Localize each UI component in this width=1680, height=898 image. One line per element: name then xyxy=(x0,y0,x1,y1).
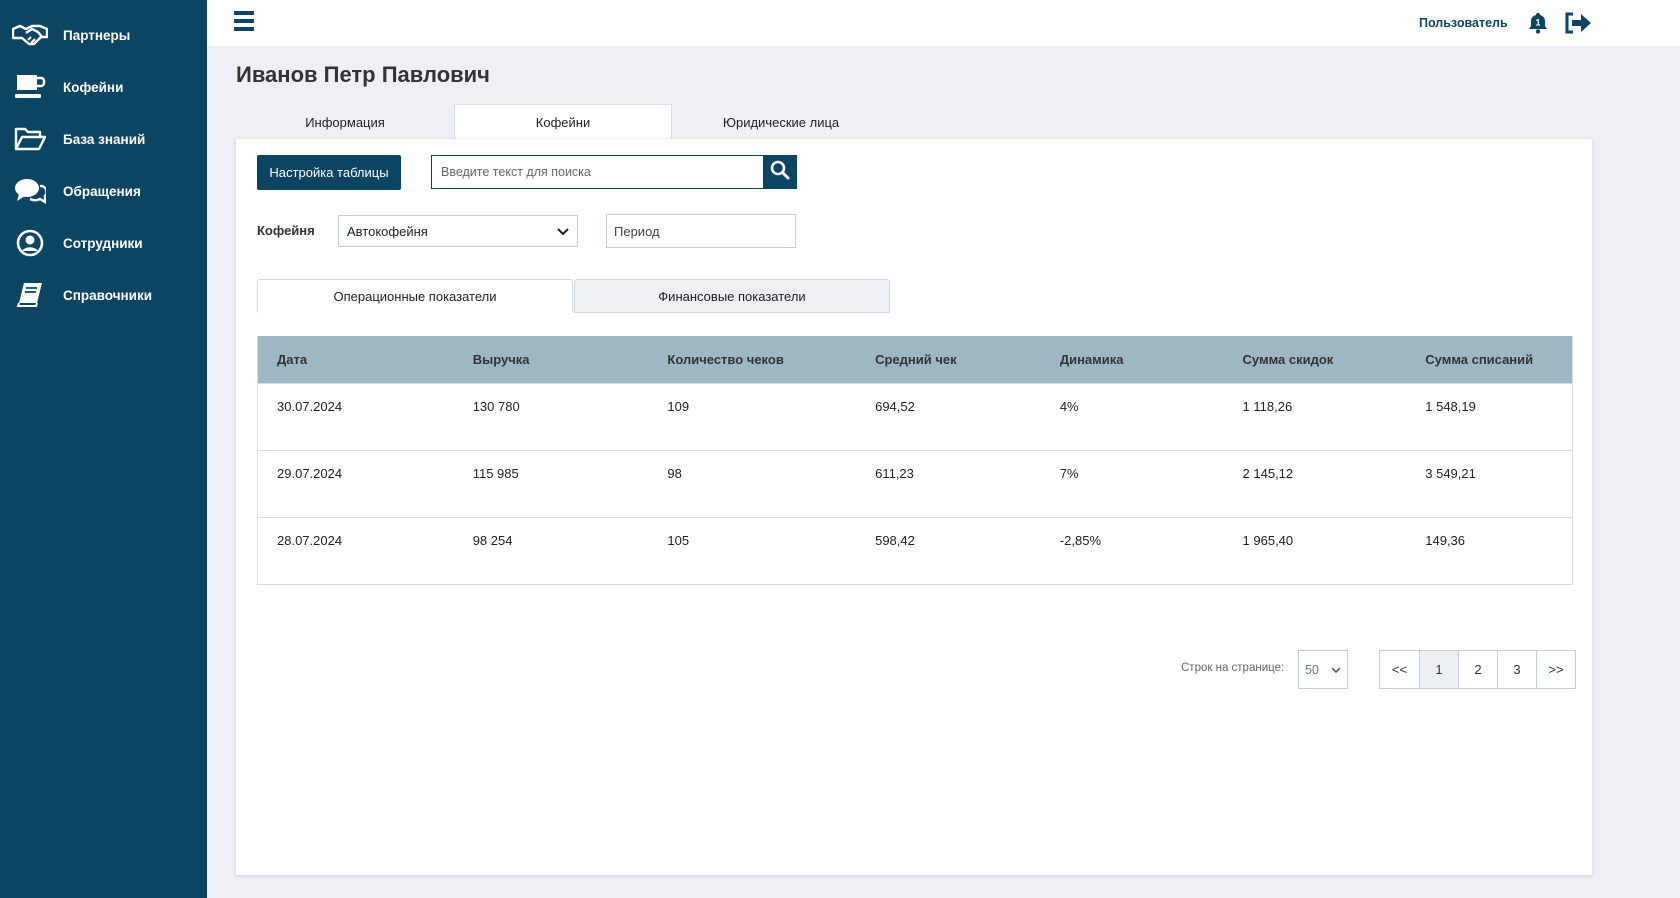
column-header-revenue[interactable]: Выручка xyxy=(454,352,649,367)
rows-per-page-label: Строк на странице: xyxy=(1181,662,1285,674)
main-tabs: Информация Кофейни Юридические лица xyxy=(236,104,890,139)
sidebar-item-employees[interactable]: Сотрудники xyxy=(0,217,207,269)
cell-revenue: 115 985 xyxy=(472,466,519,481)
cell-discounts: 2 145,12 xyxy=(1242,466,1294,481)
sidebar-item-coffee-shops[interactable]: Кофейни xyxy=(0,61,207,113)
sidebar-item-knowledge-base[interactable]: База знаний xyxy=(0,113,207,165)
sidebar-item-partners[interactable]: Партнеры xyxy=(0,9,207,61)
tab-legal-entities[interactable]: Юридические лица xyxy=(672,104,890,139)
cell-checks-count: 105 xyxy=(667,533,690,548)
sidebar-item-label: Обращения xyxy=(63,183,141,199)
page-button-3[interactable]: 3 xyxy=(1497,651,1536,688)
bell-icon[interactable]: 1 xyxy=(1527,12,1549,34)
page-title: Иванов Петр Павлович xyxy=(236,62,490,87)
column-header-date[interactable]: Дата xyxy=(258,352,454,367)
sidebar-item-label: Кофейни xyxy=(63,79,124,95)
hamburger-menu-icon[interactable] xyxy=(234,11,254,33)
cell-average-check: 611,23 xyxy=(875,466,914,481)
book-icon xyxy=(12,280,48,310)
cell-checks-count: 98 xyxy=(667,466,682,481)
user-name-link[interactable]: Пользователь xyxy=(1419,16,1508,30)
page-button-1[interactable]: 1 xyxy=(1419,651,1458,688)
metrics-table: Дата Выручка Количество чеков Средний че… xyxy=(257,336,1573,585)
cell-revenue: 98 254 xyxy=(472,533,513,548)
pagination: << 1 2 3 >> xyxy=(1379,650,1576,689)
rows-per-page-select[interactable]: 50 xyxy=(1298,650,1348,689)
cell-average-check: 598,42 xyxy=(875,533,915,548)
tab-coffee-shops[interactable]: Кофейни xyxy=(454,104,672,139)
tab-operational-metrics[interactable]: Операционные показатели xyxy=(257,279,573,313)
column-header-discounts[interactable]: Сумма скидок xyxy=(1224,352,1407,367)
sidebar-item-label: База знаний xyxy=(63,131,146,147)
cell-revenue: 130 780 xyxy=(472,399,520,414)
page-prev-button[interactable]: << xyxy=(1380,651,1419,688)
cell-discounts: 1 118,26 xyxy=(1242,399,1293,414)
cell-date: 29.07.2024 xyxy=(277,466,343,481)
table-row[interactable]: 30.07.2024 130 780 109 694,52 4% 1 118,2… xyxy=(258,383,1572,450)
cell-checks-count: 109 xyxy=(667,399,690,414)
coffee-shop-select-value: Автокофейня xyxy=(347,223,428,239)
sidebar-item-directories[interactable]: Справочники xyxy=(0,269,207,321)
sidebar-item-label: Сотрудники xyxy=(63,235,143,251)
search-input[interactable] xyxy=(431,155,763,189)
table-header: Дата Выручка Количество чеков Средний че… xyxy=(258,336,1572,383)
sidebar: Партнеры Кофейни База знаний Обращения С… xyxy=(0,0,207,898)
rows-per-page-value: 50 xyxy=(1305,662,1319,677)
cell-dynamics: 7% xyxy=(1059,466,1079,481)
sub-tabs: Операционные показатели Финансовые показ… xyxy=(257,279,890,313)
column-header-dynamics[interactable]: Динамика xyxy=(1041,352,1224,367)
user-circle-icon xyxy=(12,228,48,258)
chevron-down-icon xyxy=(1331,663,1341,677)
cell-average-check: 694,52 xyxy=(875,399,915,414)
cell-write-offs: 3 549,21 xyxy=(1425,466,1476,481)
tab-financial-metrics[interactable]: Финансовые показатели xyxy=(574,279,890,313)
content-card: Настройка таблицы Кофейня Автокофейня Оп… xyxy=(236,139,1592,875)
table-row[interactable]: 29.07.2024 115 985 98 611,23 7% 2 145,12… xyxy=(258,450,1572,517)
sidebar-item-label: Партнеры xyxy=(63,27,131,43)
cell-dynamics: 4% xyxy=(1059,399,1079,414)
cell-write-offs: 149,36 xyxy=(1425,533,1466,548)
page-next-button[interactable]: >> xyxy=(1536,651,1575,688)
column-header-average-check[interactable]: Средний чек xyxy=(856,352,1041,367)
cell-discounts: 1 965,40 xyxy=(1242,533,1294,548)
column-header-checks-count[interactable]: Количество чеков xyxy=(648,352,856,367)
cell-dynamics: -2,85% xyxy=(1059,533,1102,548)
top-bar: Пользователь 1 xyxy=(207,0,1680,46)
cell-date: 28.07.2024 xyxy=(277,533,343,548)
chat-bubbles-icon xyxy=(12,176,48,206)
column-header-write-offs[interactable]: Сумма списаний xyxy=(1406,352,1572,367)
table-row[interactable]: 28.07.2024 98 254 105 598,42 -2,85% 1 96… xyxy=(258,517,1572,584)
sidebar-item-requests[interactable]: Обращения xyxy=(0,165,207,217)
handshake-icon xyxy=(12,20,48,50)
coffee-shop-select[interactable]: Автокофейня xyxy=(338,215,578,247)
period-field[interactable] xyxy=(606,214,796,248)
chevron-down-icon xyxy=(557,224,569,239)
coffee-cup-icon xyxy=(12,72,48,102)
cell-date: 30.07.2024 xyxy=(277,399,343,414)
tab-information[interactable]: Информация xyxy=(236,104,454,139)
table-settings-button[interactable]: Настройка таблицы xyxy=(257,155,401,190)
search-bar xyxy=(431,155,797,189)
logout-icon[interactable] xyxy=(1563,11,1593,35)
cell-write-offs: 1 548,19 xyxy=(1425,399,1476,414)
page-button-2[interactable]: 2 xyxy=(1458,651,1497,688)
search-button[interactable] xyxy=(763,155,797,189)
folder-open-icon xyxy=(12,124,48,154)
coffee-shop-filter-label: Кофейня xyxy=(257,223,315,238)
search-icon xyxy=(770,160,790,185)
notification-count: 1 xyxy=(1535,18,1540,28)
sidebar-item-label: Справочники xyxy=(63,287,153,303)
